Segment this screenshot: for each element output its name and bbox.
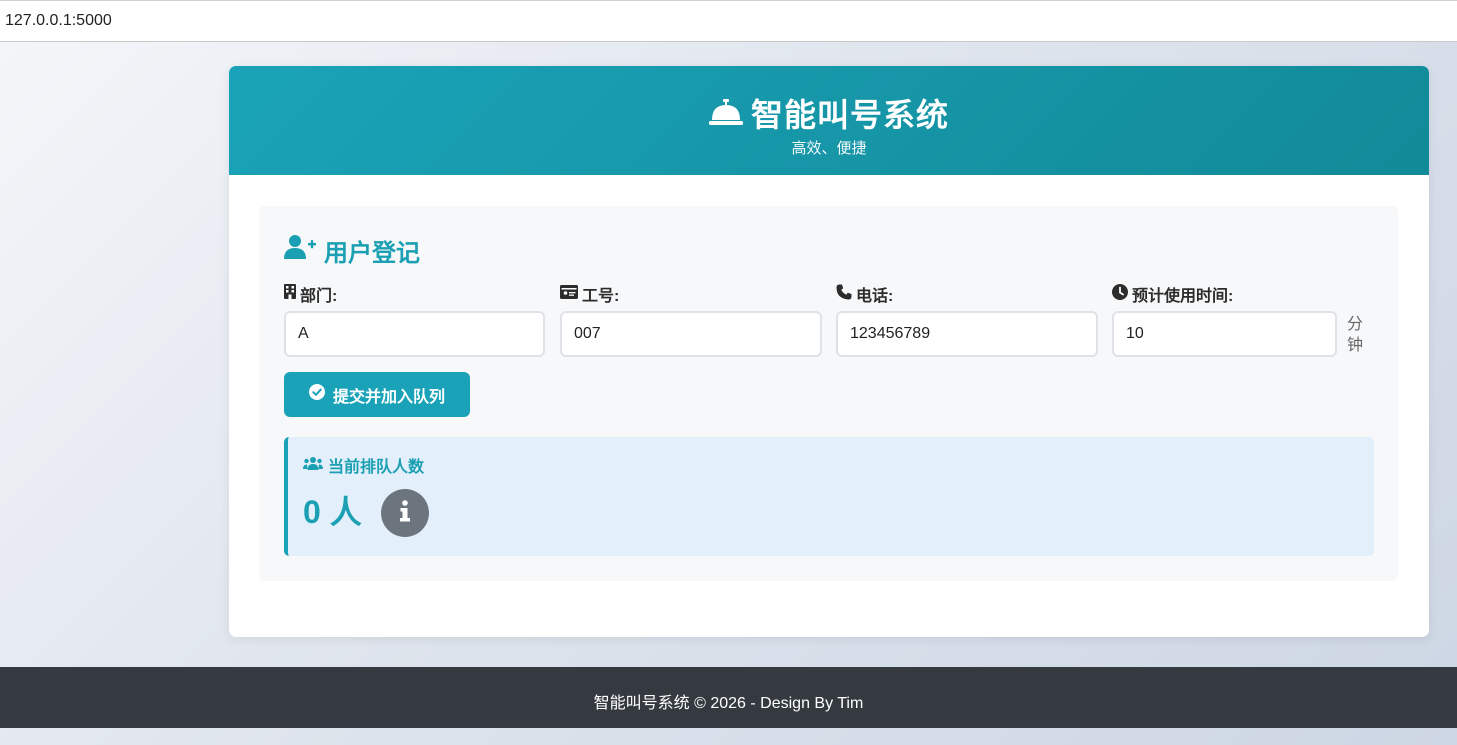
queue-count: 0 人: [303, 494, 362, 530]
info-button[interactable]: [381, 489, 429, 537]
minutes-unit: 分钟: [1347, 316, 1364, 354]
section-title: 用户登记: [284, 233, 420, 268]
department-label: 部门:: [300, 288, 338, 305]
title-row: 智能叫号系统: [229, 90, 1429, 136]
submit-join-queue-button[interactable]: 提交并加入队列: [284, 372, 470, 417]
phone-icon: [836, 284, 852, 305]
clock-icon: [1112, 283, 1128, 305]
estimated-time-label: 预计使用时间:: [1132, 288, 1234, 305]
page-subtitle: 高效、便捷: [791, 140, 867, 157]
page-header: 智能叫号系统 高效、便捷: [229, 66, 1429, 175]
submit-button-label: 提交并加入队列: [332, 388, 445, 406]
phone-label: 电话:: [856, 288, 894, 305]
queue-status-box: 当前排队人数 0 人: [284, 437, 1374, 556]
employee-id-field: 工号:: [560, 284, 822, 357]
info-icon: [399, 499, 411, 527]
employee-id-input[interactable]: [560, 311, 822, 357]
section-title-text: 用户登记: [324, 240, 420, 267]
users-icon: [303, 456, 323, 475]
url-text: 127.0.0.1:5000: [5, 12, 112, 29]
queue-label-text: 当前排队人数: [328, 459, 425, 476]
page-title: 智能叫号系统: [750, 97, 949, 133]
phone-field: 电话:: [836, 284, 1098, 357]
main-card: 智能叫号系统 高效、便捷 用户登记 部门: A 工号: 007 电话: 1234…: [229, 66, 1429, 637]
check-circle-icon: [308, 384, 325, 405]
registration-panel: 用户登记 部门: A 工号: 007 电话: 123456789 预计使用时间:…: [259, 206, 1398, 581]
department-field: 部门:: [284, 284, 545, 357]
browser-address-bar[interactable]: 127.0.0.1:5000: [0, 0, 1457, 42]
department-input[interactable]: [284, 311, 545, 357]
building-icon: [284, 284, 296, 304]
footer-text: 智能叫号系统 © 2026 - Design By Tim: [593, 695, 864, 712]
user-plus-icon: [284, 234, 316, 267]
employee-id-label: 工号:: [582, 288, 620, 305]
phone-input[interactable]: [836, 311, 1098, 357]
concierge-bell-icon: [708, 99, 743, 127]
page-footer: 智能叫号系统 © 2026 - Design By Tim: [0, 667, 1457, 728]
estimated-time-field: 预计使用时间:: [1112, 283, 1337, 357]
id-card-icon: [560, 284, 578, 304]
estimated-time-input[interactable]: [1112, 311, 1337, 357]
